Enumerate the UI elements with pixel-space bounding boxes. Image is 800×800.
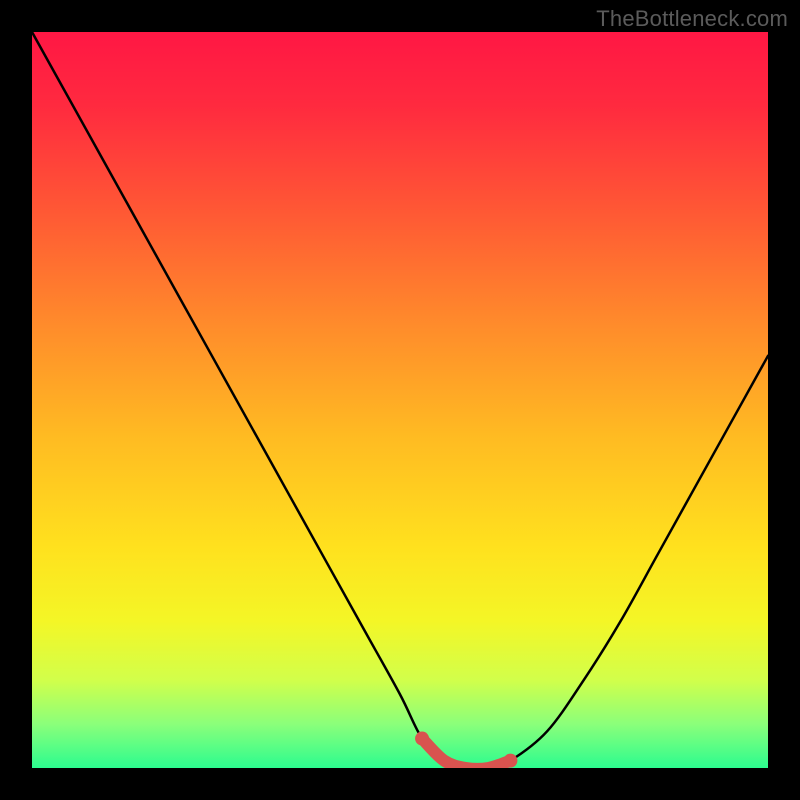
- watermark-text: TheBottleneck.com: [596, 6, 788, 32]
- chart-frame: TheBottleneck.com: [0, 0, 800, 800]
- sweet-spot-highlight: [422, 739, 510, 768]
- curve-layer: [32, 32, 768, 768]
- bottleneck-curve-line: [32, 32, 768, 768]
- sweet-spot-dot-right: [503, 754, 517, 768]
- sweet-spot-dot-left: [415, 732, 429, 746]
- plot-area: [32, 32, 768, 768]
